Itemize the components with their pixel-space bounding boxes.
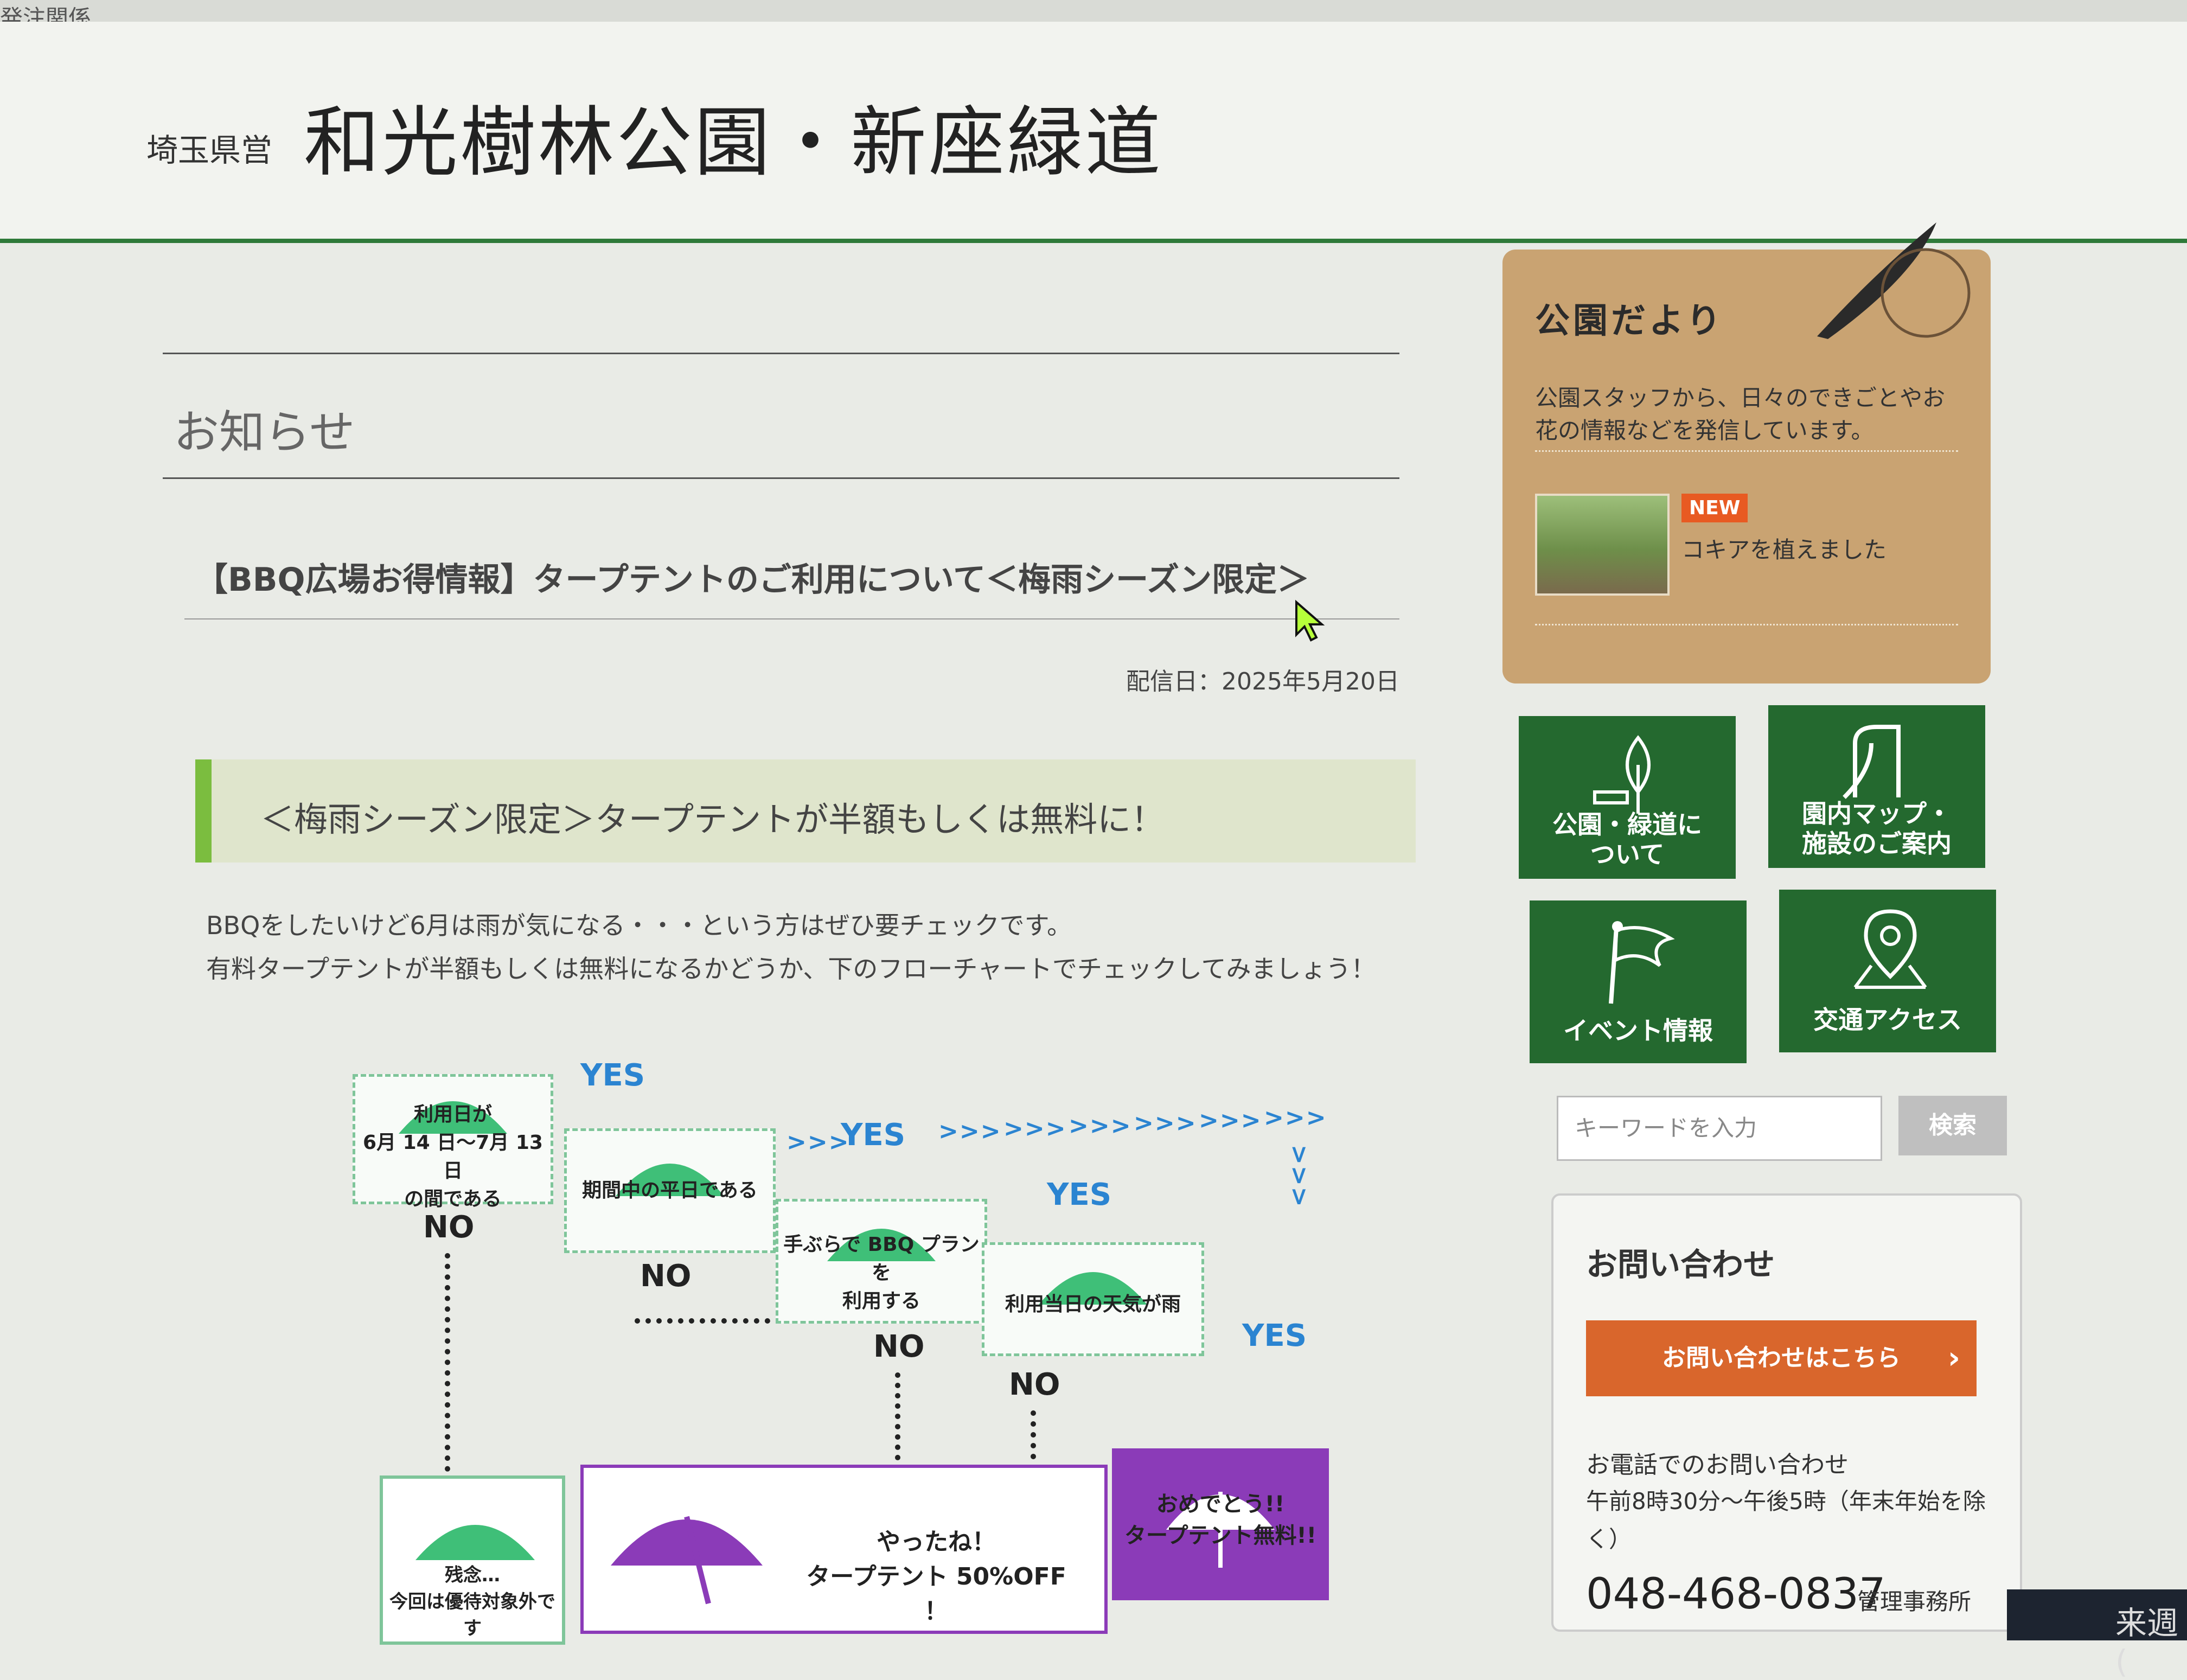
blog-post-link[interactable]: コキアを植えました xyxy=(1681,532,1887,565)
tile-label: 交通アクセス xyxy=(1813,1005,1962,1034)
tile-label: 施設のご案内 xyxy=(1802,829,1952,858)
phone-title: お電話でのお問い合わせ xyxy=(1586,1451,1849,1479)
prefecture-label: 埼玉県営 xyxy=(146,132,273,169)
blog-card[interactable]: 公園だより 公園スタッフから、日々のできごとやお 花の情報などを発信しています。… xyxy=(1502,222,1991,684)
no-label: NO xyxy=(873,1329,925,1364)
result-text: おめでとう!! タープテント無料!! xyxy=(1124,1492,1317,1548)
chevron-arrows: >>> xyxy=(1003,1115,1067,1142)
yes-label: YES xyxy=(1047,1177,1112,1212)
mouse-cursor-icon xyxy=(1295,599,1325,642)
result-box-half: やったね！ タープテント 50%OFF ！ xyxy=(580,1465,1108,1634)
tile-label: ついて xyxy=(1590,840,1665,869)
result-box-free: おめでとう!! タープテント無料!! xyxy=(1112,1448,1329,1600)
yes-label: YES xyxy=(841,1117,906,1153)
umbrella-icon xyxy=(611,1516,763,1605)
tile-label: イベント情報 xyxy=(1563,1016,1713,1045)
publish-date: 配信日：2025年5月20日 xyxy=(1126,668,1399,695)
body-text-line: BBQをしたいけど6月は雨が気になる・・・という方はぜひ要チェックです。 xyxy=(206,911,1072,940)
result-text: やったね！ タープテント 50%OFF ！ xyxy=(806,1528,1066,1625)
blog-description: 花の情報などを発信しています。 xyxy=(1535,417,1874,444)
flowchart-question: 利用当日の天気が雨 xyxy=(1005,1293,1181,1315)
contact-button-label: お問い合わせはこちら xyxy=(1662,1344,1901,1372)
contact-card: お問い合わせ お問い合わせはこちら › お電話でのお問い合わせ 午前8時30分〜… xyxy=(1551,1193,2022,1632)
divider xyxy=(184,618,1399,619)
blog-post-thumbnail[interactable] xyxy=(1535,494,1670,596)
chevron-right-icon: › xyxy=(1947,1340,1960,1376)
flowchart-question-box: 利用日が 6月 14 日〜7月 13 日 の間である xyxy=(353,1074,553,1210)
yes-label: YES xyxy=(580,1058,645,1093)
dotted-connector xyxy=(1031,1410,1036,1470)
yes-label: YES xyxy=(1242,1318,1307,1353)
flowchart-question-box: 手ぶらで BBQ プランを 利用する xyxy=(776,1199,987,1324)
divider xyxy=(1535,624,1958,625)
flowchart: 利用日が 6月 14 日〜7月 13 日 の間である YES NO 期間中の平日… xyxy=(353,1047,1437,1645)
search-input[interactable]: キーワードを入力 xyxy=(1557,1096,1882,1161)
slide-icon xyxy=(1843,725,1901,799)
chevron-arrows: >>> xyxy=(1069,1112,1132,1140)
divider xyxy=(1535,450,1958,452)
tile-events[interactable]: イベント情報 xyxy=(1530,900,1747,1063)
no-label: NO xyxy=(423,1210,475,1245)
article-title: 【BBQ広場お得情報】タープテントのご利用について＜梅雨シーズン限定＞ xyxy=(195,561,1310,599)
subheading-text: ＜梅雨シーズン限定＞タープテントが半額もしくは無料に！ xyxy=(260,800,1165,839)
tile-access[interactable]: 交通アクセス xyxy=(1779,890,1996,1052)
phone-hours: 午前8時30分〜午後5時（年末年始を除 xyxy=(1586,1488,1986,1515)
section-subheading: ＜梅雨シーズン限定＞タープテントが半額もしくは無料に！ xyxy=(195,759,1416,863)
postal-stamp-icon xyxy=(1817,222,1971,339)
blog-title[interactable]: 公園だより xyxy=(1535,293,1724,343)
flowchart-question: 手ぶらで BBQ プランを 利用する xyxy=(783,1234,980,1312)
no-label: NO xyxy=(640,1259,692,1294)
flowchart-question: 利用日が 6月 14 日〜7月 13 日 の間である xyxy=(363,1103,543,1210)
chevron-arrows-down: >>> xyxy=(1286,1145,1313,1208)
tile-park-map[interactable]: 園内マップ・ 施設のご案内 xyxy=(1768,705,1985,868)
phone-number[interactable]: 048-468-0837 xyxy=(1586,1570,1886,1619)
sidebar: 公園だより 公園スタッフから、日々のできごとやお 花の情報などを発信しています。… xyxy=(1502,222,2022,1640)
flag-icon xyxy=(1609,921,1675,1004)
no-label: NO xyxy=(1009,1367,1060,1402)
map-pin-icon xyxy=(1853,909,1927,989)
taskbar-weather[interactable]: 来週( xyxy=(2115,1598,2187,1680)
search-button[interactable]: 検索 xyxy=(1898,1096,2007,1155)
blog-description: 公園スタッフから、日々のできごとやお xyxy=(1535,385,1946,411)
chevron-arrows: >>> xyxy=(1134,1109,1197,1137)
chevron-arrows: >>> xyxy=(938,1117,1002,1145)
chevron-arrows: >>> xyxy=(1264,1104,1327,1132)
chevron-arrows: >>> xyxy=(1199,1107,1262,1134)
top-strip xyxy=(0,0,2187,22)
divider xyxy=(163,353,1399,354)
dotted-connector xyxy=(635,1318,770,1324)
result-box-none: 残念… 今回は優待対象外です xyxy=(380,1475,565,1645)
result-text: 残念… 今回は優待対象外です xyxy=(389,1564,555,1639)
office-label: 管理事務所 xyxy=(1857,1588,1972,1615)
contact-title: お問い合わせ xyxy=(1586,1246,1775,1283)
flowchart-question: 期間中の平日である xyxy=(582,1179,758,1202)
new-badge: NEW xyxy=(1681,494,1748,522)
site-title[interactable]: 和光樹林公園・新座緑道 xyxy=(304,81,1163,191)
divider xyxy=(163,477,1399,479)
tile-park-info[interactable]: 公園・緑道に ついて xyxy=(1519,716,1736,879)
phone-hours: く） xyxy=(1586,1526,1632,1553)
body-text-line: 有料タープテントが半額もしくは無料になるかどうか、下のフローチャートでチェックし… xyxy=(206,954,1376,983)
flowchart-question-box: 期間中の平日である xyxy=(564,1128,776,1253)
site-header: 埼玉県営 和光樹林公園・新座緑道 xyxy=(0,22,2187,243)
main-content: お知らせ 【BBQ広場お得情報】タープテントのご利用について＜梅雨シーズン限定＞… xyxy=(163,271,1416,1645)
contact-button[interactable]: お問い合わせはこちら › xyxy=(1586,1320,1977,1396)
flowchart-question-box: 利用当日の天気が雨 xyxy=(982,1242,1204,1356)
page-title: お知らせ xyxy=(174,406,355,459)
